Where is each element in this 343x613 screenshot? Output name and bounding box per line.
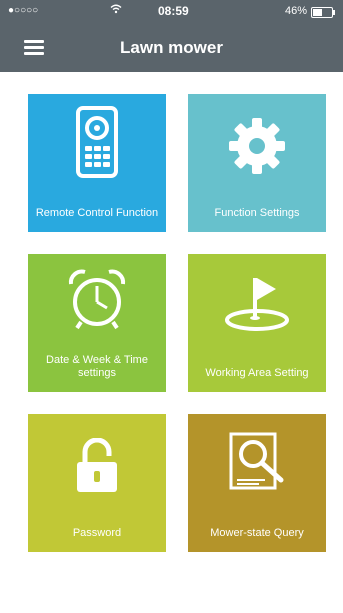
password-tile[interactable]: Password <box>28 414 166 552</box>
golf-flag-icon <box>225 278 289 331</box>
remote-control-icon <box>76 106 118 178</box>
tile-label: Remote Control Function <box>35 207 159 219</box>
date-week-time-settings-tile[interactable]: Date & Week & Time settings <box>28 254 166 392</box>
mower-state-query-tile[interactable]: Mower-state Query <box>188 414 326 552</box>
working-area-setting-tile[interactable]: Working Area Setting <box>188 254 326 392</box>
gear-icon <box>229 118 285 174</box>
remote-control-function-tile[interactable]: Remote Control Function <box>28 94 166 232</box>
tile-label: Date & Week & Time settings <box>46 354 148 379</box>
tile-label: Mower-state Query <box>210 527 304 539</box>
wifi-icon <box>110 4 122 17</box>
document-search-icon <box>229 432 284 490</box>
padlock-icon <box>77 438 117 492</box>
tile-label: Function Settings <box>214 207 300 219</box>
status-bar: ●○○○○ 08:59 46% <box>0 0 343 24</box>
tile-label: Working Area Setting <box>205 367 309 379</box>
function-settings-tile[interactable]: Function Settings <box>188 94 326 232</box>
status-time: 08:59 <box>158 4 189 18</box>
alarm-clock-icon <box>68 269 126 330</box>
app-header: ●○○○○ 08:59 46% Lawn mower <box>0 0 343 72</box>
tile-label: Password <box>72 527 122 539</box>
signal-strength: ●○○○○ <box>8 5 39 16</box>
battery-icon <box>311 7 335 18</box>
battery-percent: 46% <box>284 5 307 17</box>
page-title: Lawn mower <box>120 38 223 57</box>
